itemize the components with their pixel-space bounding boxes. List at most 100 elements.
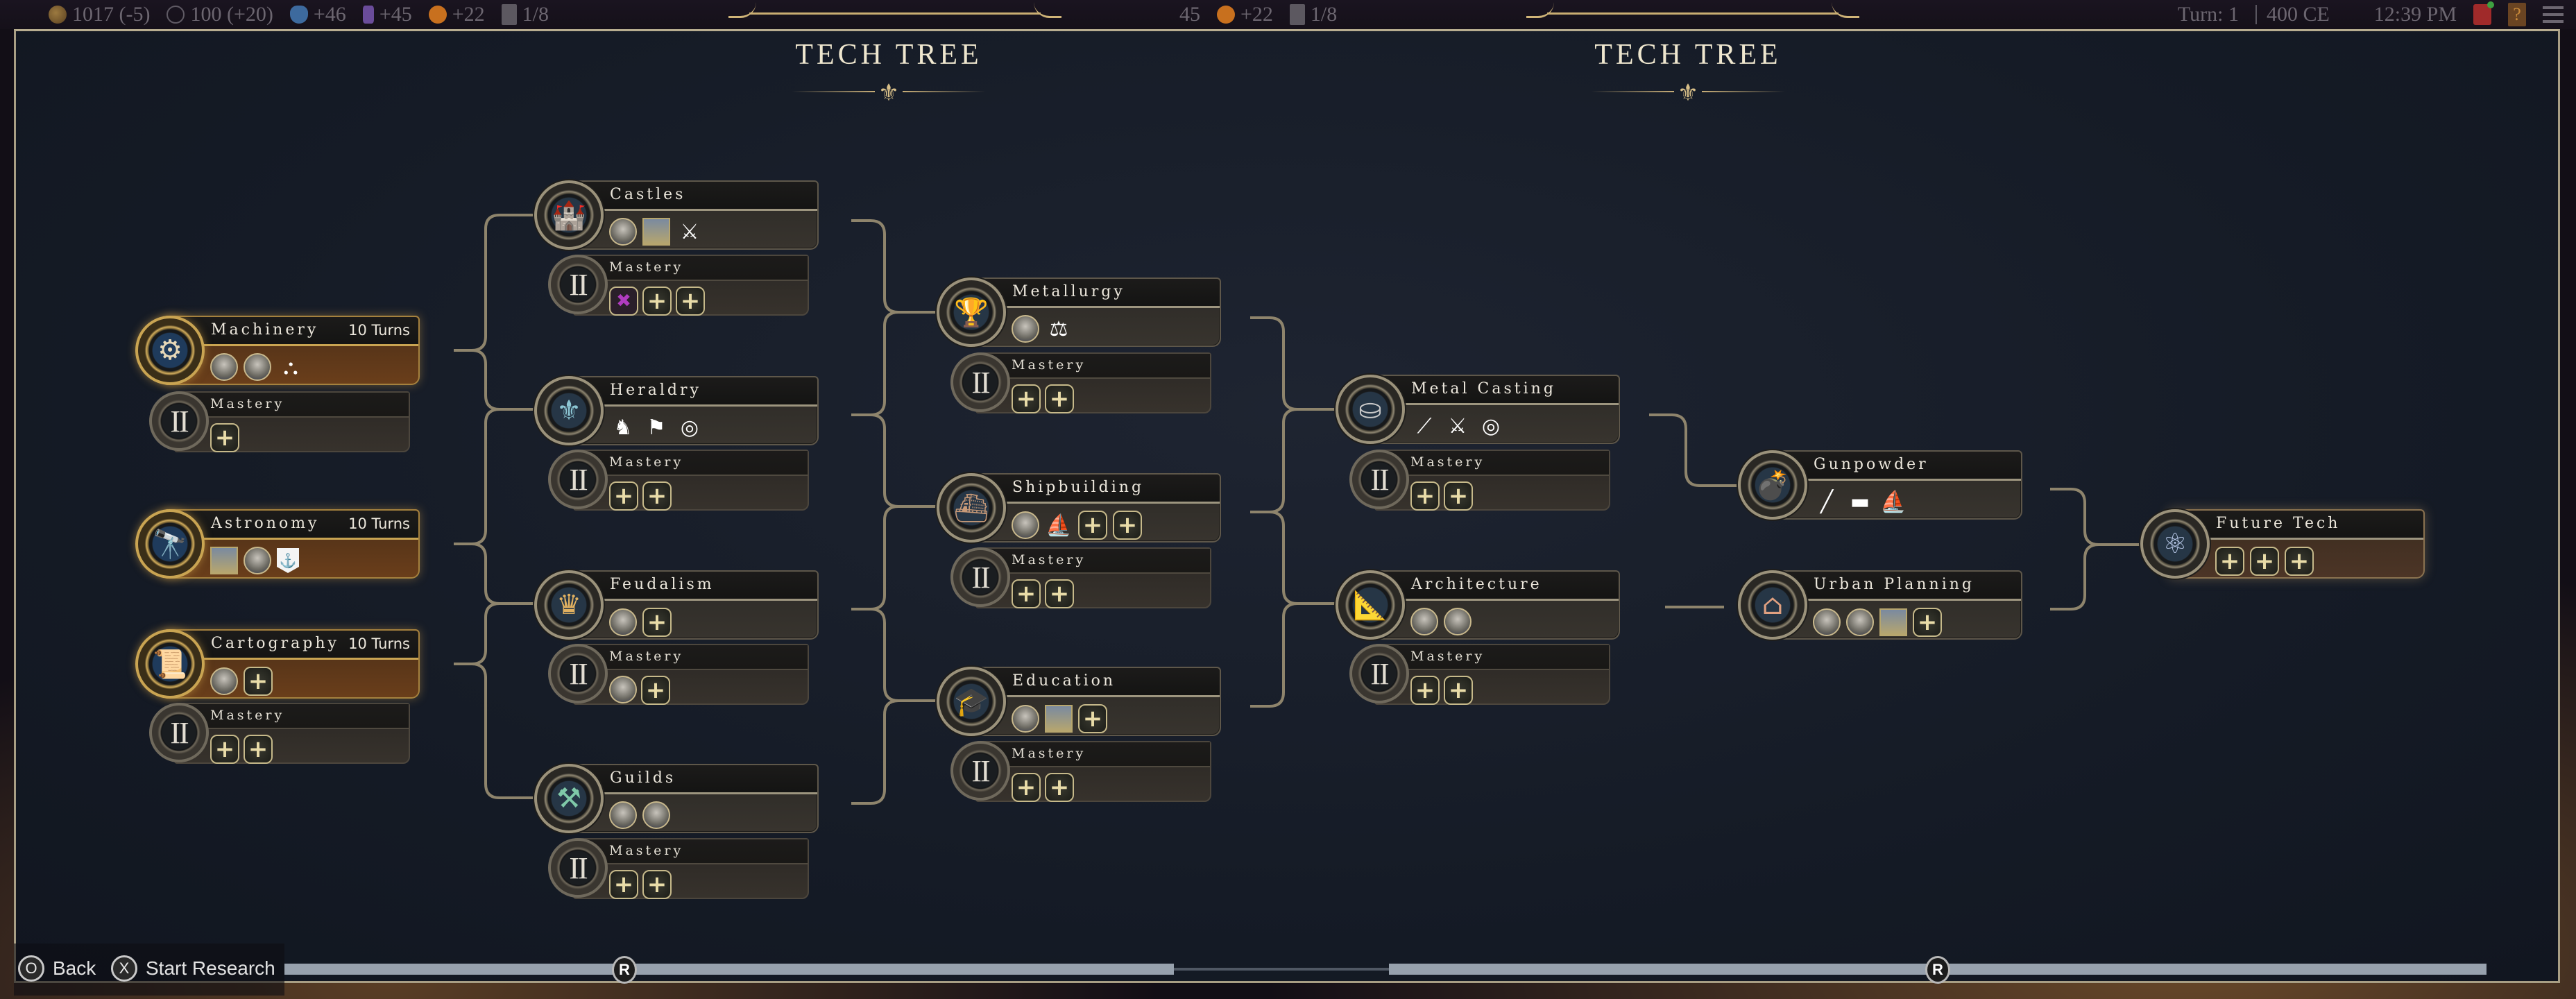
ring-icon[interactable]: ◎ — [1477, 412, 1505, 440]
trebuchet-icon[interactable]: ⚖ — [1045, 315, 1073, 343]
resource-influence[interactable]: 100 (+20) — [167, 3, 273, 26]
plus-icon[interactable]: + — [676, 287, 705, 316]
resource-science[interactable]: +46 — [289, 3, 346, 26]
plus-icon[interactable]: + — [2250, 547, 2279, 576]
mastery-node-cartography[interactable]: Mastery + + II — [149, 703, 454, 764]
plus-icon[interactable]: + — [609, 481, 638, 511]
plus-icon[interactable]: + — [1045, 579, 1074, 608]
knight-helmet-icon[interactable]: ♞ — [609, 413, 637, 441]
tech-node-metal-casting[interactable]: Metal Casting ⟋ ⚔ ◎ ⛀ — [1336, 375, 1662, 444]
civilopedia-help-button[interactable]: ? — [2508, 3, 2526, 26]
wonder-icon[interactable] — [642, 218, 670, 246]
building-icon[interactable] — [244, 353, 271, 381]
building-icon[interactable] — [210, 667, 238, 695]
mastery-node-machinery[interactable]: Mastery + II — [149, 391, 454, 452]
plus-icon[interactable]: + — [1045, 384, 1074, 413]
mastery-node-education[interactable]: Mastery + + II — [950, 741, 1256, 802]
galleon-icon[interactable]: ⛵ — [1045, 511, 1073, 539]
plus-icon[interactable]: + — [609, 870, 638, 899]
plus-icon[interactable]: + — [1012, 384, 1041, 413]
plus-icon[interactable]: + — [244, 667, 273, 696]
wonder-icon[interactable] — [210, 547, 238, 574]
pike-icon[interactable]: ⟋ — [1410, 412, 1438, 440]
hamburger-menu-icon[interactable] — [2543, 6, 2564, 23]
start-research-button[interactable]: X Start Research — [111, 955, 275, 982]
plus-icon[interactable]: + — [2215, 547, 2244, 576]
tech-node-education[interactable]: Education + 🎓 — [937, 667, 1263, 736]
mastery-node-architecture[interactable]: Mastery + + II — [1349, 644, 1655, 705]
building-icon[interactable] — [609, 676, 637, 703]
resource-settlements-mirror[interactable]: 1/8 — [1289, 3, 1337, 26]
resource-culture-mirror[interactable]: 45 — [1179, 3, 1200, 26]
banner-flag-icon[interactable]: ⚑ — [642, 413, 670, 441]
right-stick-button[interactable]: R — [1925, 956, 1950, 984]
plus-icon[interactable]: + — [1410, 481, 1440, 511]
crossbow-icon[interactable]: ⚔ — [676, 218, 703, 246]
plus-icon[interactable]: + — [1078, 511, 1107, 540]
tech-node-machinery[interactable]: Machinery 10 Turns ⛬ ⚙ — [135, 316, 461, 385]
plus-icon[interactable]: + — [1078, 704, 1107, 733]
building-icon[interactable] — [210, 353, 238, 381]
mastery-node-guilds[interactable]: Mastery + + II — [548, 838, 853, 899]
back-button[interactable]: O Back — [18, 955, 96, 982]
ring-icon[interactable]: ◎ — [676, 413, 703, 441]
plus-icon[interactable]: + — [1444, 481, 1473, 511]
resource-happiness[interactable]: +22 — [428, 3, 485, 26]
plus-icon[interactable]: + — [642, 870, 672, 899]
tech-node-shipbuilding[interactable]: Shipbuilding ⛵ + + ⛴ — [937, 473, 1263, 543]
mastery-node-metal-casting[interactable]: Mastery + + II — [1349, 450, 1655, 511]
plus-icon[interactable]: + — [1113, 511, 1142, 540]
tech-node-architecture[interactable]: Architecture 📐 — [1336, 570, 1662, 640]
plus-icon[interactable]: + — [2285, 547, 2314, 576]
horizontal-scrollbar-thumb[interactable] — [284, 964, 1174, 975]
building-icon[interactable] — [609, 218, 637, 246]
plus-icon[interactable]: + — [642, 287, 672, 316]
building-icon[interactable] — [1012, 315, 1039, 343]
building-icon[interactable] — [1410, 608, 1438, 635]
building-icon[interactable] — [1846, 608, 1874, 636]
tech-node-castles[interactable]: Castles ⚔ 🏰 — [534, 180, 860, 250]
plus-icon[interactable]: + — [1444, 676, 1473, 705]
plus-icon[interactable]: + — [210, 423, 239, 452]
resource-culture[interactable]: +45 — [362, 3, 412, 26]
tech-node-heraldry[interactable]: Heraldry ♞ ⚑ ◎ ⚜ — [534, 376, 860, 445]
plus-icon[interactable]: + — [1045, 773, 1074, 802]
building-icon[interactable] — [609, 608, 637, 636]
plus-icon[interactable]: + — [1913, 608, 1942, 637]
anchor-civic-icon[interactable]: ⚓ — [277, 548, 299, 573]
tech-node-astronomy[interactable]: Astronomy 10 Turns ⚓ 🔭 — [135, 509, 461, 579]
wonder-icon[interactable] — [1045, 705, 1073, 733]
promotion-axes-icon[interactable]: ✖ — [609, 287, 638, 316]
tech-node-feudalism[interactable]: Feudalism + ♛ — [534, 570, 860, 640]
2k-account-icon[interactable] — [2473, 1, 2494, 25]
resource-gold[interactable]: 1017 (-5) — [49, 3, 150, 26]
scrollbar-track[interactable] — [1174, 968, 1389, 971]
mastery-node-feudalism[interactable]: Mastery + II — [548, 644, 853, 705]
building-icon[interactable] — [642, 801, 670, 829]
plus-icon[interactable]: + — [210, 735, 239, 764]
building-icon[interactable] — [1012, 705, 1039, 733]
resource-happiness-mirror[interactable]: +22 — [1217, 3, 1273, 26]
halberd-icon[interactable]: ⚔ — [1444, 412, 1472, 440]
plus-icon[interactable]: + — [1012, 579, 1041, 608]
mastery-node-heraldry[interactable]: Mastery + + II — [548, 450, 853, 511]
resource-settlements[interactable]: 1/8 — [501, 3, 549, 26]
cannon-unit-icon[interactable]: ▬ — [1846, 488, 1874, 515]
plus-icon[interactable]: + — [641, 676, 670, 705]
building-icon[interactable] — [1012, 511, 1039, 539]
catapult-icon[interactable]: ⛬ — [277, 353, 305, 381]
musket-icon[interactable]: ╱ — [1813, 488, 1841, 515]
tech-node-urban-planning[interactable]: Urban Planning + ⌂ — [1738, 570, 2064, 640]
building-icon[interactable] — [244, 547, 271, 574]
plus-icon[interactable]: + — [1012, 773, 1041, 802]
building-icon[interactable] — [1813, 608, 1841, 636]
plus-icon[interactable]: + — [1410, 676, 1440, 705]
plus-icon[interactable]: + — [244, 735, 273, 764]
wonder-icon[interactable] — [1879, 608, 1907, 636]
tech-node-cartography[interactable]: Cartography 10 Turns + 📜 — [135, 629, 461, 699]
building-icon[interactable] — [609, 801, 637, 829]
mastery-node-castles[interactable]: Mastery ✖ + + II — [548, 255, 853, 316]
plus-icon[interactable]: + — [642, 608, 672, 637]
right-stick-button[interactable]: R — [612, 956, 637, 984]
tech-node-gunpowder[interactable]: Gunpowder ╱ ▬ ⛵ 💣 — [1738, 450, 2064, 520]
